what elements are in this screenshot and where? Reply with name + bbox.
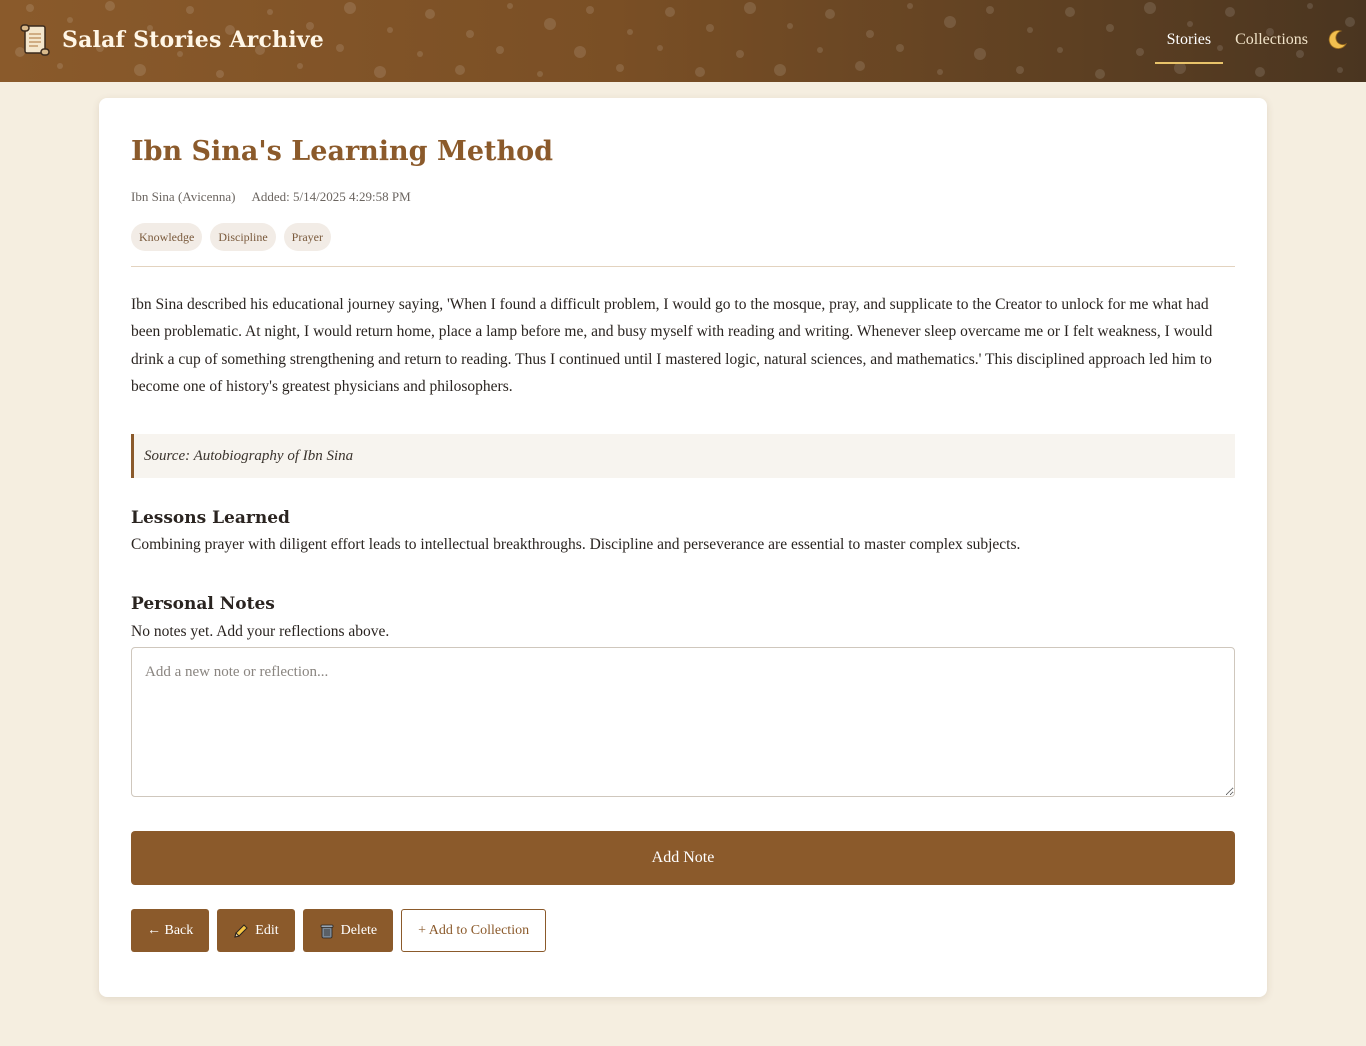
- story-meta: Ibn Sina (Avicenna) Added: 5/14/2025 4:2…: [131, 189, 1235, 205]
- trash-icon: [320, 924, 334, 939]
- delete-button[interactable]: Delete: [302, 909, 394, 953]
- tag-knowledge[interactable]: Knowledge: [131, 223, 203, 251]
- tag-list: Knowledge Discipline Prayer: [131, 223, 1235, 251]
- story-author: Ibn Sina (Avicenna): [131, 189, 236, 204]
- moon-icon[interactable]: [1326, 29, 1348, 51]
- note-input[interactable]: [131, 647, 1235, 798]
- story-added-date: Added: 5/14/2025 4:29:58 PM: [251, 189, 411, 204]
- back-button-label: ← Back: [147, 922, 194, 938]
- nav-stories[interactable]: Stories: [1154, 20, 1224, 64]
- divider: [131, 266, 1235, 267]
- action-bar: ← Back Edit Delete + Add to Collection: [131, 909, 1235, 953]
- main-nav: Stories Collections: [1154, 20, 1348, 64]
- lessons-text: Combining prayer with diligent effort le…: [131, 536, 1021, 554]
- delete-button-label: Delete: [340, 922, 378, 938]
- add-note-button[interactable]: Add Note: [131, 831, 1235, 886]
- brand[interactable]: Salaf Stories Archive: [18, 20, 324, 60]
- tag-prayer[interactable]: Prayer: [283, 223, 331, 251]
- lessons-heading: Lessons Learned: [131, 508, 290, 529]
- scroll-icon: [20, 24, 50, 56]
- pencil-icon: [234, 923, 248, 938]
- notes-empty-text: No notes yet. Add your reflections above…: [131, 623, 390, 641]
- top-header: Salaf Stories Archive Stories Collection…: [0, 0, 1366, 82]
- back-button[interactable]: ← Back: [131, 909, 210, 953]
- story-title: Ibn Sina's Learning Method: [131, 136, 554, 167]
- nav-collections[interactable]: Collections: [1223, 20, 1320, 60]
- edit-button[interactable]: Edit: [217, 909, 295, 953]
- app-title: Salaf Stories Archive: [62, 27, 324, 53]
- story-body: Ibn Sina described his educational journ…: [131, 296, 1213, 395]
- edit-button-label: Edit: [255, 922, 279, 938]
- add-to-collection-label: + Add to Collection: [418, 922, 530, 938]
- story-card: Ibn Sina's Learning Method Ibn Sina (Avi…: [99, 98, 1267, 997]
- add-to-collection-button[interactable]: + Add to Collection: [401, 909, 547, 953]
- tag-discipline[interactable]: Discipline: [210, 223, 276, 251]
- notes-heading: Personal Notes: [131, 594, 275, 615]
- story-source: Source: Autobiography of Ibn Sina: [131, 434, 1235, 479]
